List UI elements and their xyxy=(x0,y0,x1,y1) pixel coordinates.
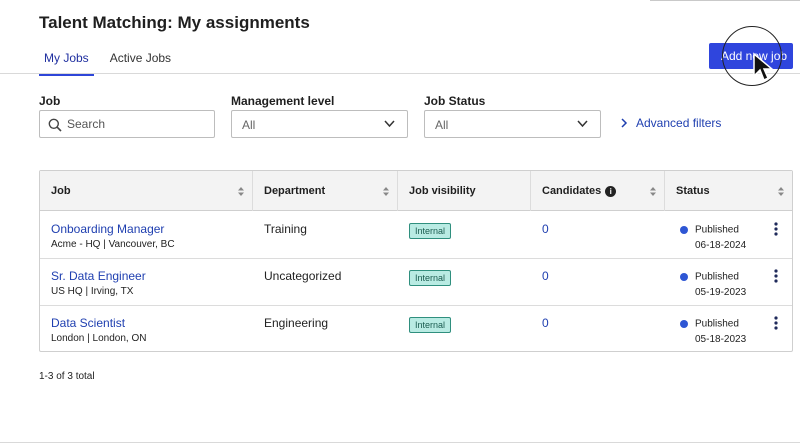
status-label: Published xyxy=(695,224,739,236)
visibility-badge: Internal xyxy=(409,223,452,239)
column-label: Job visibility xyxy=(409,185,476,197)
department-cell: Engineering xyxy=(264,316,329,330)
job-status-value: All xyxy=(435,118,449,132)
job-filter-label: Job xyxy=(39,94,61,108)
kebab-menu-icon[interactable] xyxy=(774,269,778,283)
visibility-cell: Internal xyxy=(409,212,529,259)
mouse-pointer-icon xyxy=(753,52,774,82)
jobs-table: Job Department Job visibility Candidates… xyxy=(39,170,793,352)
status-dot-icon xyxy=(680,319,688,328)
column-header-job-visibility: Job visibility xyxy=(398,171,531,211)
top-divider xyxy=(650,0,800,1)
search-icon xyxy=(48,118,62,132)
visibility-badge: Internal xyxy=(409,317,452,333)
kebab-menu-icon[interactable] xyxy=(774,316,778,330)
info-icon[interactable]: i xyxy=(605,185,617,197)
column-label: Department xyxy=(264,185,326,197)
column-label: Status xyxy=(676,185,710,197)
status-dot-icon xyxy=(680,272,688,281)
column-label: Candidates xyxy=(542,185,602,197)
tabs-divider xyxy=(0,73,800,74)
column-header-status[interactable]: Status xyxy=(665,171,792,211)
visibility-cell: Internal xyxy=(409,306,529,353)
candidates-count-link[interactable]: 0 xyxy=(542,306,662,353)
job-cell: Onboarding Manager Acme - HQ | Vancouver… xyxy=(51,212,251,259)
job-title-link[interactable]: Data Scientist xyxy=(51,316,251,330)
sort-icon[interactable] xyxy=(238,187,244,196)
table-header: Job Department Job visibility Candidates… xyxy=(40,171,792,211)
sort-icon[interactable] xyxy=(383,187,389,196)
department-cell: Training xyxy=(264,222,307,236)
job-cell: Sr. Data Engineer US HQ | Irving, TX xyxy=(51,259,251,306)
job-search-field[interactable] xyxy=(39,110,215,138)
job-status-select[interactable]: All xyxy=(424,110,601,138)
status-label: Published xyxy=(695,271,739,283)
status-cell: Published 05-19-2023 xyxy=(680,259,780,306)
status-date: 06-18-2024 xyxy=(695,240,747,251)
visibility-badge: Internal xyxy=(409,270,452,286)
status-cell: Published 05-18-2023 xyxy=(680,306,780,353)
search-input[interactable] xyxy=(67,115,207,133)
job-cell: Data Scientist London | London, ON xyxy=(51,306,251,353)
job-location: London | London, ON xyxy=(51,333,147,344)
chevron-right-icon xyxy=(621,118,628,128)
advanced-filters-label: Advanced filters xyxy=(636,116,722,130)
candidates-count-link[interactable]: 0 xyxy=(542,259,662,306)
job-location: Acme - HQ | Vancouver, BC xyxy=(51,239,175,250)
sort-icon[interactable] xyxy=(650,187,656,196)
advanced-filters-link[interactable]: Advanced filters xyxy=(620,116,721,130)
management-level-select[interactable]: All xyxy=(231,110,408,138)
page-title: Talent Matching: My assignments xyxy=(39,13,310,32)
status-dot-icon xyxy=(680,225,688,234)
table-row: Data Scientist London | London, ON Engin… xyxy=(40,306,792,353)
status-cell: Published 06-18-2024 xyxy=(680,212,780,259)
job-title-link[interactable]: Sr. Data Engineer xyxy=(51,269,251,283)
sort-icon[interactable] xyxy=(778,187,784,196)
table-row: Sr. Data Engineer US HQ | Irving, TX Unc… xyxy=(40,259,792,306)
job-location: US HQ | Irving, TX xyxy=(51,286,134,297)
candidates-count-link[interactable]: 0 xyxy=(542,212,662,259)
column-header-candidates[interactable]: Candidates i xyxy=(531,171,665,211)
status-label: Published xyxy=(695,318,739,330)
column-header-department[interactable]: Department xyxy=(253,171,398,211)
management-level-label: Management level xyxy=(231,94,335,108)
job-title-link[interactable]: Onboarding Manager xyxy=(51,222,251,236)
management-level-value: All xyxy=(242,118,256,132)
job-status-label: Job Status xyxy=(424,94,486,108)
column-label: Job xyxy=(51,185,71,197)
department-cell: Uncategorized xyxy=(264,269,342,283)
status-date: 05-19-2023 xyxy=(695,287,747,298)
visibility-cell: Internal xyxy=(409,259,529,306)
status-date: 05-18-2023 xyxy=(695,334,747,345)
pagination-summary: 1-3 of 3 total xyxy=(39,371,95,382)
table-row: Onboarding Manager Acme - HQ | Vancouver… xyxy=(40,212,792,259)
kebab-menu-icon[interactable] xyxy=(774,222,778,236)
talent-matching-page: Talent Matching: My assignments My Jobs … xyxy=(0,0,800,443)
column-header-job[interactable]: Job xyxy=(40,171,253,211)
chevron-down-icon xyxy=(384,120,395,128)
chevron-down-icon xyxy=(577,120,588,128)
